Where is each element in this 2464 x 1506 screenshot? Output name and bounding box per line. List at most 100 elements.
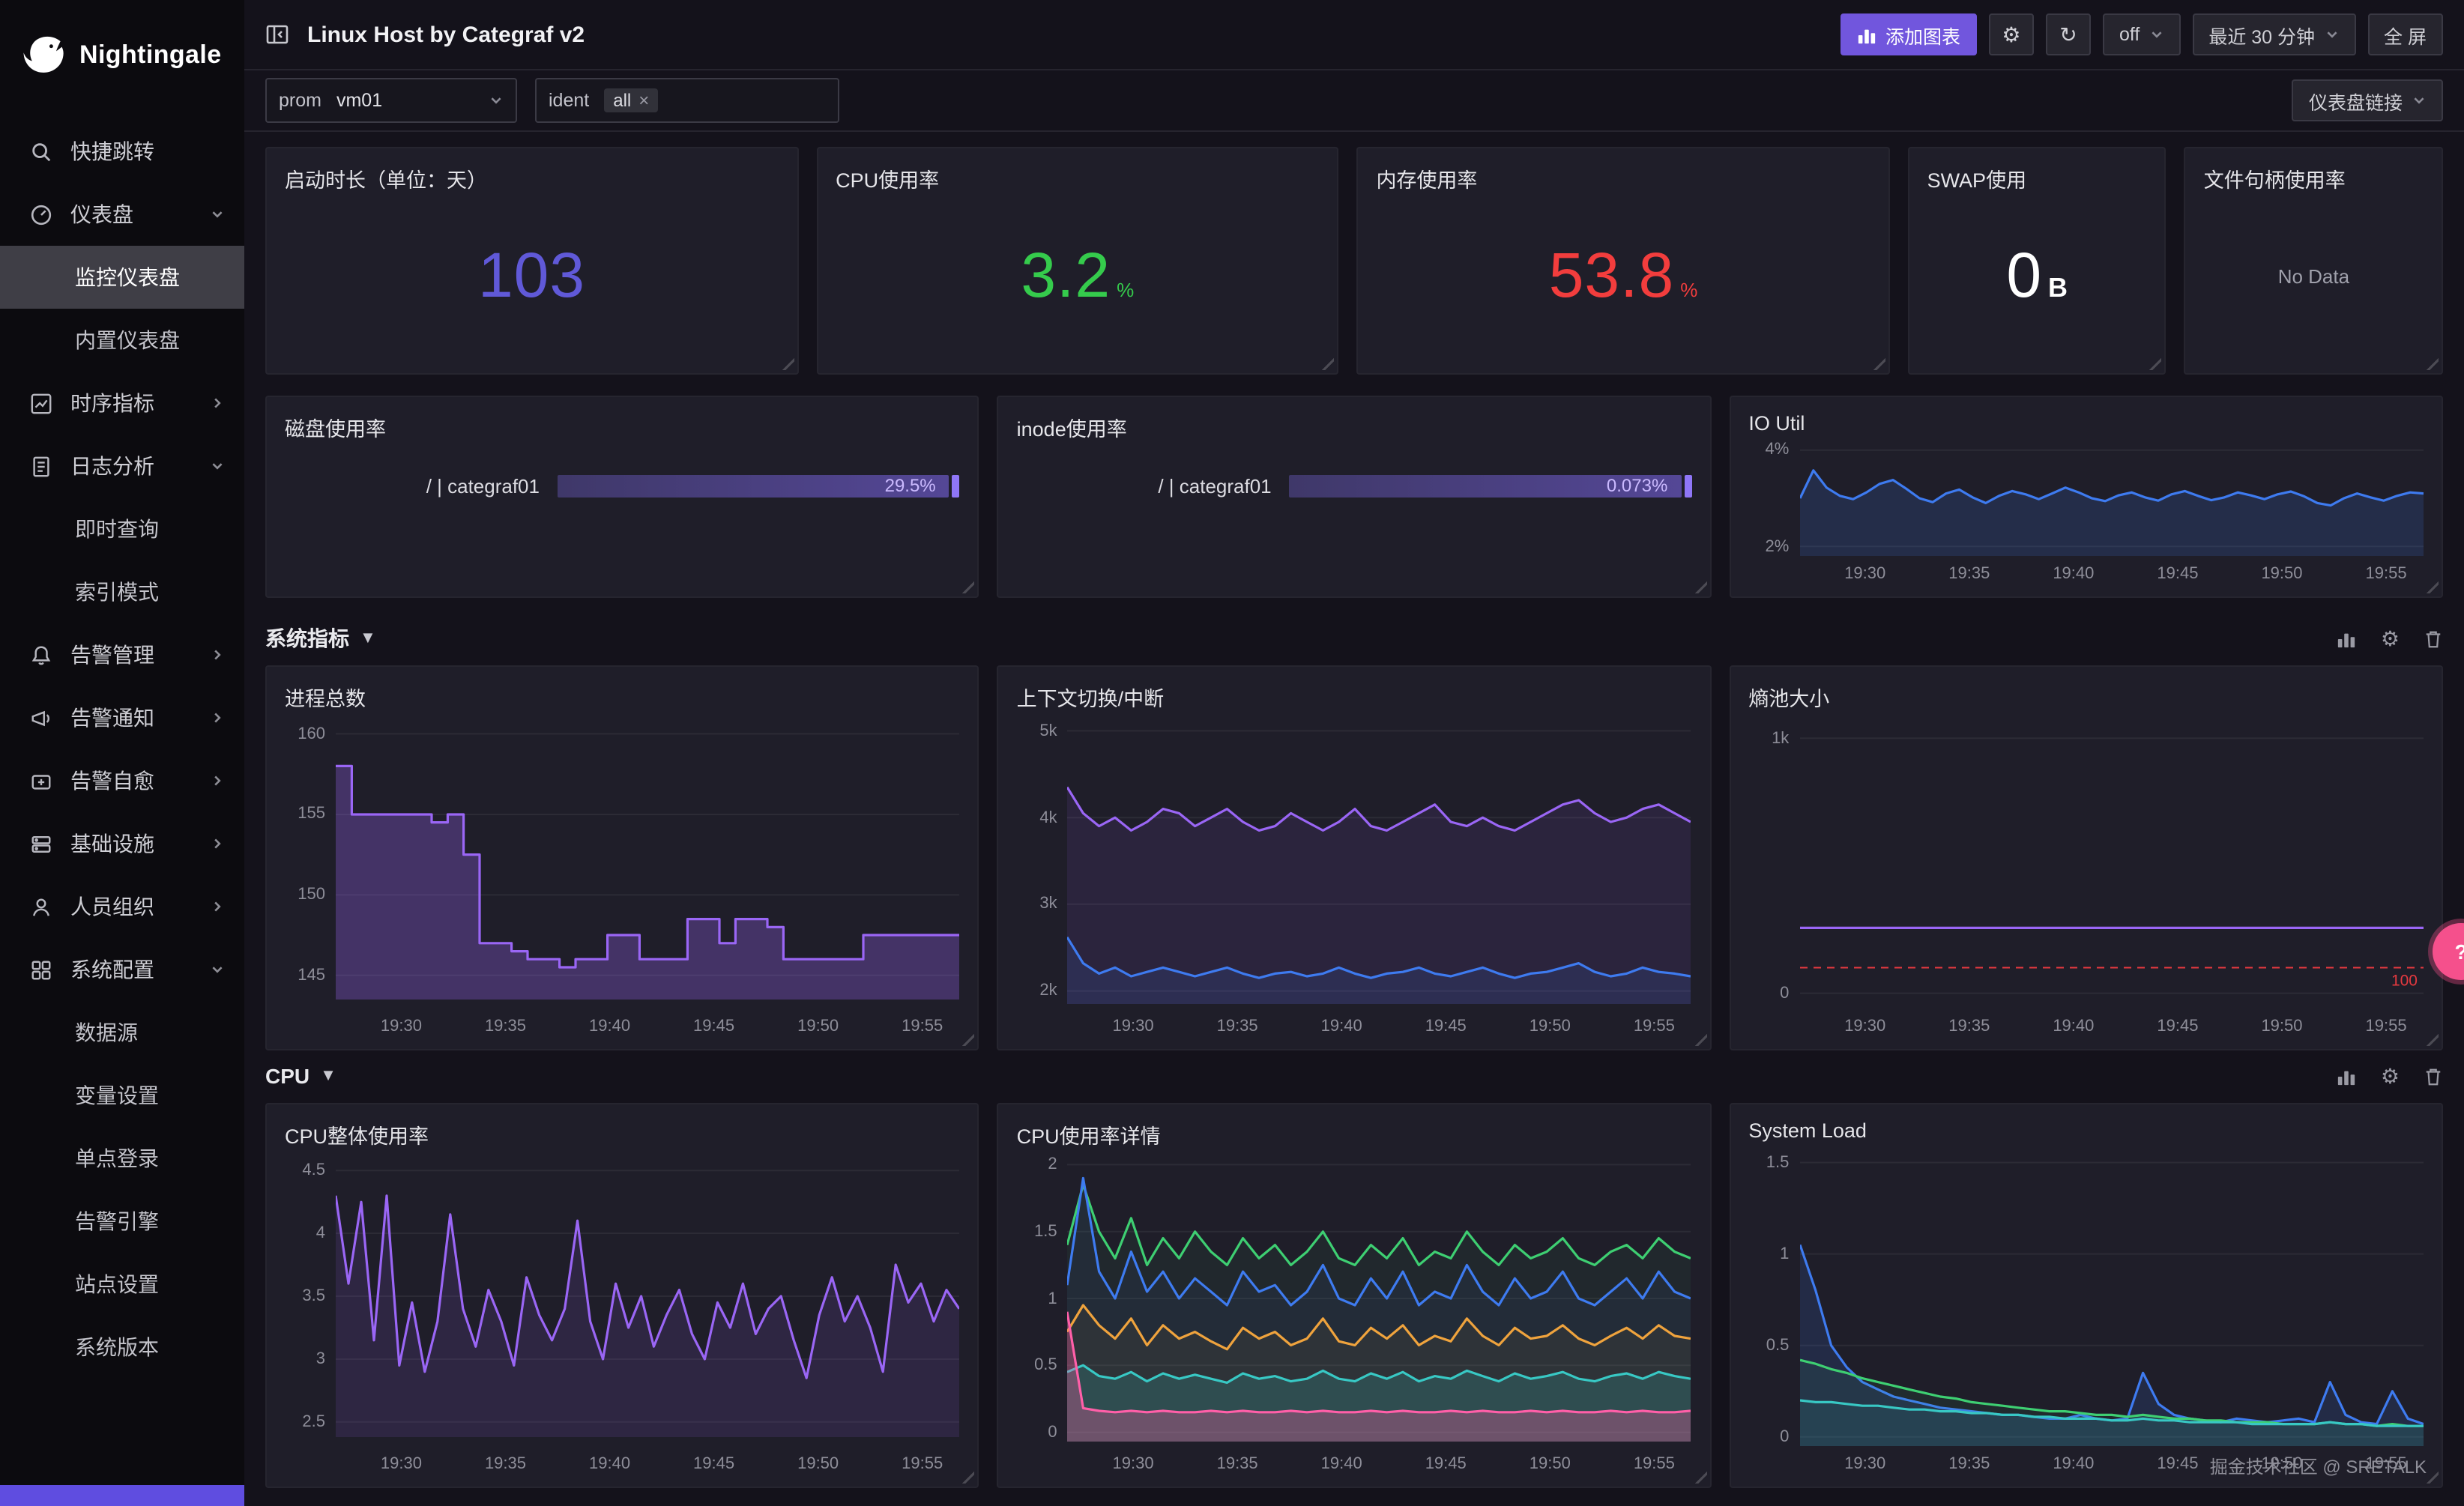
add-panel-icon[interactable] xyxy=(2337,1066,2357,1086)
trash-icon[interactable] xyxy=(2424,629,2443,648)
stat-card-title[interactable]: SWAP使用 xyxy=(1927,163,2147,193)
sidebar-bottom-bar[interactable] xyxy=(0,1485,244,1506)
sidebar-item-dashboards[interactable]: 仪表盘 xyxy=(0,183,244,246)
section-label[interactable]: CPU xyxy=(265,1064,309,1088)
gear-icon[interactable]: ⚙ xyxy=(2381,1065,2400,1086)
sidebar-item-system-version[interactable]: 系统版本 xyxy=(0,1316,244,1379)
sidebar-item-label: 内置仪表盘 xyxy=(75,328,180,352)
sidebar-item-alert-notify[interactable]: 告警通知 xyxy=(0,686,244,749)
collapse-caret-icon[interactable]: ▼ xyxy=(360,629,376,647)
dashboard-content: 启动时长（单位：天） 103 CPU使用率 3.2% 内存使用率 53.8% SWAP使用 0… xyxy=(244,132,2464,1506)
sidebar-item-monitor-dashboards[interactable]: 监控仪表盘 xyxy=(0,246,244,309)
sidebar-collapse-icon[interactable] xyxy=(265,22,289,46)
panel-title[interactable]: CPU使用率详情 xyxy=(1017,1119,1692,1149)
y-axis-label: 4.5 xyxy=(302,1161,325,1180)
sidebar-item-alert-manage[interactable]: 告警管理 xyxy=(0,623,244,686)
gauge-cap xyxy=(952,475,960,498)
watermark: 掘金技术社区 @ SRETALK xyxy=(2209,1457,2427,1478)
gear-icon[interactable]: ⚙ xyxy=(2381,628,2400,649)
logo[interactable]: Nightingale xyxy=(0,0,244,111)
panel-title[interactable]: IO Util xyxy=(1748,412,2424,435)
sidebar-item-datasource[interactable]: 数据源 xyxy=(0,1001,244,1064)
stat-card-title[interactable]: 内存使用率 xyxy=(1376,163,1870,193)
chart-plot xyxy=(1067,718,1692,1013)
sidebar-item-system-config[interactable]: 系统配置 xyxy=(0,938,244,1001)
sidebar-item-label: 单点登录 xyxy=(75,1146,159,1170)
dashboard-links-select[interactable]: 仪表盘链接 xyxy=(2292,79,2443,121)
gauge-bar[interactable]: 0.073% xyxy=(1289,475,1692,498)
chart-canvas-process-total[interactable] xyxy=(336,718,959,1000)
chart-canvas-io-util[interactable] xyxy=(1799,441,2424,556)
sidebar-item-org[interactable]: 人员组织 xyxy=(0,875,244,938)
gauge-bar[interactable]: 29.5% xyxy=(558,475,960,498)
collapse-caret-icon[interactable]: ▼ xyxy=(320,1067,336,1085)
chevron-right-icon xyxy=(210,647,225,662)
panel-title[interactable]: inode使用率 xyxy=(1017,412,1692,442)
panel-title[interactable]: System Load xyxy=(1748,1119,2424,1142)
sidebar-item-alert-engine[interactable]: 告警引擎 xyxy=(0,1190,244,1253)
y-axis-label: 1 xyxy=(1780,1245,1790,1263)
panel-title[interactable]: 熵池大小 xyxy=(1748,682,2424,712)
sidebar-item-sso[interactable]: 单点登录 xyxy=(0,1127,244,1190)
chart-canvas-cpu-overall[interactable] xyxy=(336,1155,960,1437)
sidebar-item-label: 索引模式 xyxy=(75,580,159,604)
y-axis-label: 145 xyxy=(298,966,325,985)
sidebar-item-label: 站点设置 xyxy=(75,1272,159,1296)
panel-title[interactable]: CPU整体使用率 xyxy=(285,1119,960,1149)
chart-panel-entropy: 熵池大小 1k 0 100 19:30 19:35 19:40 19:45 19:50 19:55 xyxy=(1729,665,2443,1050)
chart-panel-cpu-overall: CPU整体使用率 4.5 4 3.5 3 2.5 19:30 19:35 19:40 19:45 1… xyxy=(265,1103,979,1488)
server-icon xyxy=(30,832,54,856)
sidebar-item-variables[interactable]: 变量设置 xyxy=(0,1064,244,1127)
chart-plot xyxy=(336,718,960,1013)
sidebar-item-index-pattern[interactable]: 索引模式 xyxy=(0,560,244,623)
sidebar-item-label: 告警自愈 xyxy=(70,769,154,793)
sidebar-item-site-settings[interactable]: 站点设置 xyxy=(0,1253,244,1316)
add-panel-icon[interactable] xyxy=(2337,629,2357,648)
refresh-interval-select[interactable]: off xyxy=(2102,13,2181,55)
chevron-down-icon xyxy=(210,962,225,977)
refresh-button[interactable]: ↻ xyxy=(2045,13,2091,55)
stat-value-unit: B xyxy=(2048,273,2068,303)
add-chart-button[interactable]: 添加图表 xyxy=(1840,13,1977,55)
sidebar-item-instant-query[interactable]: 即时查询 xyxy=(0,498,244,560)
sidebar-item-label: 仪表盘 xyxy=(70,202,133,226)
section-label[interactable]: 系统指标 xyxy=(265,623,349,653)
chart-canvas-cpu-detail[interactable] xyxy=(1067,1155,1692,1442)
trash-icon[interactable] xyxy=(2424,1066,2443,1086)
remove-tag-icon[interactable]: × xyxy=(638,90,649,111)
ident-filter-select[interactable]: ident all × xyxy=(535,78,839,123)
sidebar-item-alert-selfheal[interactable]: 告警自愈 xyxy=(0,749,244,812)
x-axis: 19:30 19:35 19:40 19:45 19:50 19:55 xyxy=(336,1013,960,1040)
sidebar-item-builtin-dashboards[interactable]: 内置仪表盘 xyxy=(0,309,244,372)
stat-value-unit: % xyxy=(1680,279,1698,301)
grid-icon xyxy=(30,958,54,982)
stat-card-title[interactable]: 文件句柄使用率 xyxy=(2204,163,2424,193)
x-axis-label: 19:45 xyxy=(693,1017,735,1035)
x-axis-label: 19:35 xyxy=(484,1455,526,1473)
sidebar-item-quick-jump[interactable]: 快捷跳转 xyxy=(0,120,244,183)
heal-icon xyxy=(30,769,54,793)
x-axis-label: 19:30 xyxy=(380,1455,422,1473)
stat-card-title[interactable]: 启动时长（单位：天） xyxy=(285,163,779,193)
sidebar-item-infrastructure[interactable]: 基础设施 xyxy=(0,812,244,875)
panel-title[interactable]: 进程总数 xyxy=(285,682,960,712)
gauge-panel-disk-usage: 磁盘使用率 / | categraf01 29.5% xyxy=(265,396,979,598)
sidebar-item-log-analysis[interactable]: 日志分析 xyxy=(0,435,244,498)
prom-filter-select[interactable]: prom vm01 xyxy=(265,78,517,123)
panel-title[interactable]: 磁盘使用率 xyxy=(285,412,960,442)
chart-canvas-system-load[interactable] xyxy=(1799,1148,2424,1446)
y-axis: 2 1.5 1 0.5 0 xyxy=(1017,1155,1068,1451)
stat-card-title[interactable]: CPU使用率 xyxy=(836,163,1319,193)
x-axis-label: 19:30 xyxy=(1844,565,1886,583)
x-axis-label: 19:45 xyxy=(1425,1455,1467,1473)
panel-title[interactable]: 上下文切换/中断 xyxy=(1017,682,1692,712)
chevron-right-icon xyxy=(210,396,225,411)
chart-canvas-context-switch[interactable] xyxy=(1067,718,1692,1004)
stat-value-number: 3.2 xyxy=(1021,240,1111,310)
chart-canvas-entropy[interactable]: 100 xyxy=(1799,718,2424,1008)
time-range-select[interactable]: 最近 30 分钟 xyxy=(2192,13,2356,55)
sidebar-item-metrics[interactable]: 时序指标 xyxy=(0,372,244,435)
dashboard-settings-button[interactable]: ⚙ xyxy=(1988,13,2034,55)
fullscreen-button[interactable]: 全 屏 xyxy=(2367,13,2443,55)
y-axis-label: 1 xyxy=(1048,1289,1057,1307)
